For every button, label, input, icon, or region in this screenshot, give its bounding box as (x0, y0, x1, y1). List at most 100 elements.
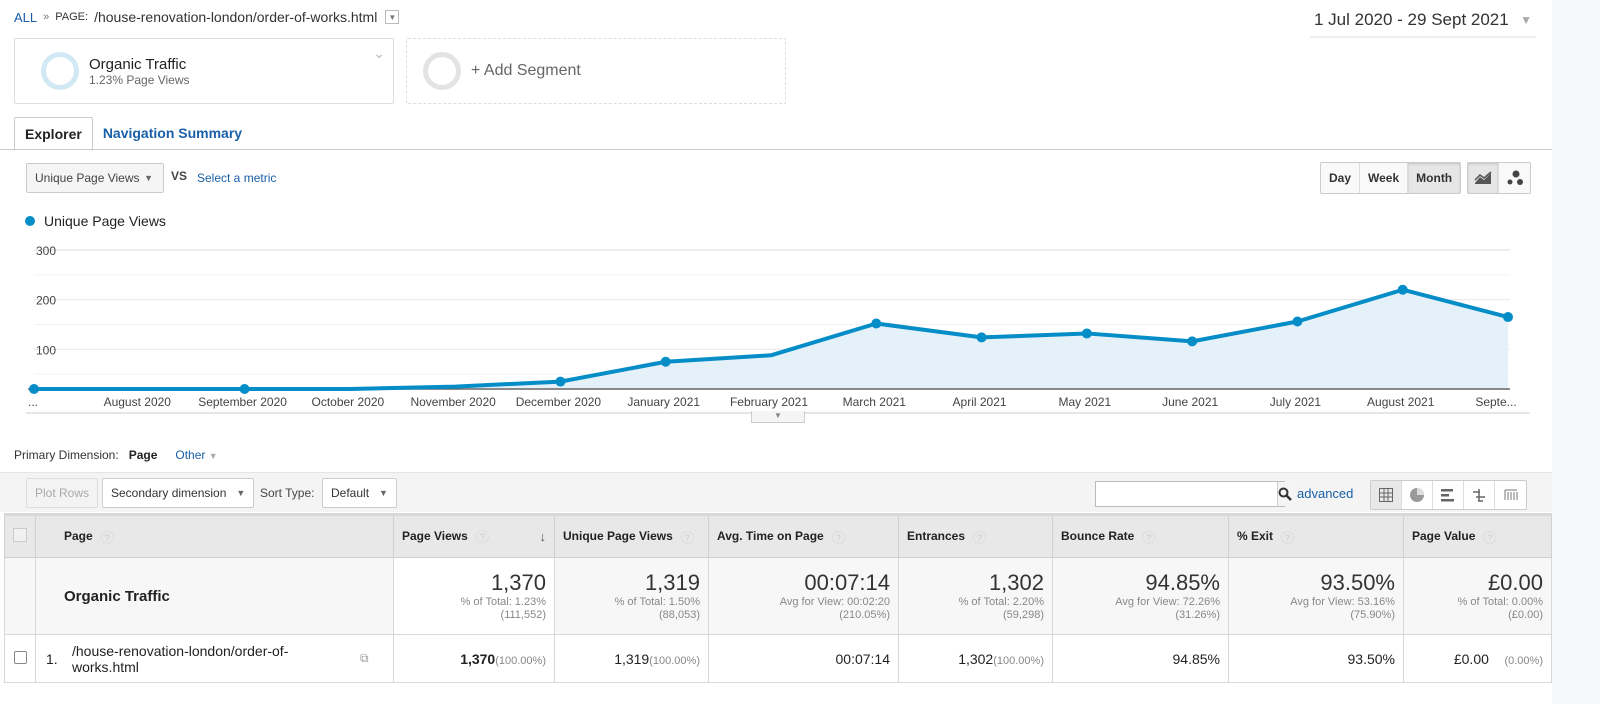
chevron-down-icon[interactable]: ⌄ (373, 45, 385, 62)
comparison-icon (1473, 489, 1485, 502)
totals-cell: 1,370% of Total: 1.23% (111,552) (393, 557, 555, 635)
help-icon[interactable]: ? (1281, 530, 1295, 544)
chart-type-group (1467, 162, 1531, 194)
secondary-dimension-label: Secondary dimension (111, 486, 227, 500)
primary-dimension-other[interactable]: Other ▼ (175, 448, 217, 462)
add-segment-label: + Add Segment (471, 62, 581, 79)
data-point (29, 384, 39, 394)
help-icon[interactable]: ? (1483, 530, 1497, 544)
sort-type-value: Default (331, 486, 370, 500)
help-icon[interactable]: ? (100, 530, 114, 544)
column-label: Unique Page Views (563, 529, 673, 544)
chart-legend: Unique Page Views (25, 213, 166, 229)
help-icon[interactable]: ? (680, 530, 694, 544)
metric-select[interactable]: Unique Page Views ▼ (26, 163, 164, 193)
x-tick-label: December 2020 (516, 395, 602, 409)
data-table-view-button[interactable] (1371, 481, 1402, 509)
y-tick-label: 300 (36, 244, 56, 258)
tab-navigation-summary[interactable]: Navigation Summary (93, 117, 252, 151)
column-header-exit[interactable]: % Exit? (1228, 513, 1404, 558)
vs-label: VS (171, 169, 188, 183)
column-label: Entrances (907, 529, 966, 544)
line-chart-button[interactable] (1468, 163, 1499, 193)
column-header-avg-time-on-page[interactable]: Avg. Time on Page? (708, 513, 899, 558)
week-button[interactable]: Week (1360, 163, 1409, 193)
totals-row: Organic Traffic 1,370% of Total: 1.23% (1… (4, 557, 1552, 635)
totals-empty-cell (4, 557, 36, 635)
data-point (660, 356, 671, 367)
column-header-entrances[interactable]: Entrances? (898, 513, 1053, 558)
totals-line2: (111,552) (500, 609, 546, 621)
legend-label: Unique Page Views (44, 213, 166, 229)
column-header-bounce-rate[interactable]: Bounce Rate? (1052, 513, 1229, 558)
metric-select-value: Unique Page Views (35, 171, 140, 185)
y-tick-label: 100 (36, 343, 56, 357)
comparison-view-button[interactable] (1464, 481, 1495, 509)
search-button[interactable] (1277, 482, 1292, 506)
day-button[interactable]: Day (1321, 163, 1361, 193)
chart-collapse-toggle[interactable]: ▼ (751, 411, 805, 423)
cell-pct: (100.00%) (495, 654, 546, 667)
row-page-value: £0.00 (0.00%) (1403, 634, 1552, 683)
breadcrumb: ALL » PAGE: /house-renovation-london/ord… (14, 9, 400, 25)
column-header-page-value[interactable]: Page Value? (1403, 513, 1552, 558)
totals-cell: 1,319% of Total: 1.50% (88,053) (554, 557, 709, 635)
totals-value: 00:07:14 (804, 570, 890, 595)
time-granularity-group: Day Week Month (1320, 162, 1462, 194)
caret-down-icon: ▼ (774, 411, 782, 420)
help-icon[interactable]: ? (831, 530, 845, 544)
totals-value: 1,302 (988, 570, 1044, 595)
totals-value: 93.50% (1320, 570, 1395, 595)
column-header-page[interactable]: Page? (35, 513, 394, 558)
select-all-checkbox[interactable] (13, 528, 27, 542)
x-tick-label: February 2021 (730, 395, 808, 409)
pie-view-button[interactable] (1402, 481, 1433, 509)
breadcrumb-all-link[interactable]: ALL (14, 10, 37, 25)
table-search-input[interactable] (1096, 482, 1277, 506)
row-checkbox-cell (4, 634, 36, 683)
other-label: Other (175, 448, 206, 462)
column-header-page-views[interactable]: Page Views? ↓ (393, 513, 555, 558)
help-icon[interactable]: ? (475, 530, 489, 544)
advanced-filter-link[interactable]: advanced (1297, 486, 1353, 501)
add-segment-button[interactable]: + Add Segment (406, 38, 786, 104)
pivot-view-button[interactable] (1495, 481, 1526, 509)
motion-chart-button[interactable] (1499, 163, 1530, 193)
column-header-unique-page-views[interactable]: Unique Page Views? (554, 513, 709, 558)
x-tick-label: January 2021 (627, 395, 700, 409)
caret-down-icon: ▼ (144, 173, 153, 183)
performance-view-button[interactable] (1433, 481, 1464, 509)
grid-icon (1379, 488, 1393, 502)
row-checkbox[interactable] (13, 650, 27, 664)
cell-pct: (100.00%) (649, 654, 700, 667)
totals-line1: Avg for View: 53.16% (1290, 596, 1395, 608)
primary-dimension-page[interactable]: Page (129, 448, 158, 462)
x-tick-label: July 2021 (1270, 395, 1322, 409)
help-icon[interactable]: ? (973, 530, 987, 544)
sort-type-select[interactable]: Default ▼ (322, 478, 397, 508)
column-label: Page Value (1412, 529, 1476, 544)
data-point (1187, 336, 1198, 347)
segment-organic-traffic[interactable]: Organic Traffic 1.23% Page Views ⌄ (14, 38, 394, 104)
plot-rows-button[interactable]: Plot Rows (26, 478, 99, 508)
open-page-icon[interactable]: ⧉ (360, 651, 369, 666)
date-range-picker[interactable]: 1 Jul 2020 - 29 Sept 2021 ▼ (1310, 10, 1536, 38)
caret-down-icon: ▼ (379, 488, 388, 498)
tab-explorer[interactable]: Explorer (14, 117, 93, 151)
row-page-views: 1,370(100.00%) (393, 634, 555, 683)
data-point (1292, 316, 1303, 327)
row-avg-time: 00:07:14 (708, 634, 899, 683)
breadcrumb-dropdown-button[interactable]: ▼ (385, 10, 400, 24)
totals-line2: (31.26%) (1175, 609, 1220, 621)
breadcrumb-separator: » (43, 11, 50, 23)
month-button[interactable]: Month (1408, 163, 1461, 193)
row-page-link[interactable]: /house-renovation-london/order-of-works.… (72, 643, 352, 675)
table-search (1095, 481, 1292, 507)
secondary-dimension-select[interactable]: Secondary dimension ▼ (102, 478, 255, 508)
cell-pct: (0.00%) (1504, 654, 1543, 667)
tab-divider (0, 149, 1552, 150)
table-toolbar: Plot Rows Secondary dimension ▼ Sort Typ… (0, 472, 1552, 512)
totals-line1: % of Total: 2.20% (958, 596, 1044, 608)
select-metric-link[interactable]: Select a metric (197, 171, 276, 185)
help-icon[interactable]: ? (1142, 530, 1156, 544)
